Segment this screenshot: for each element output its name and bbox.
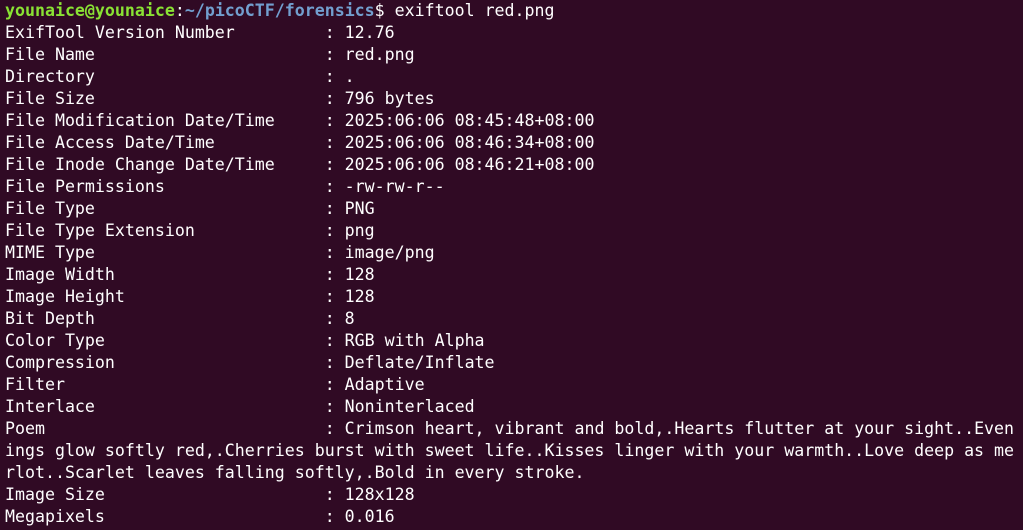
output-line: File Type Extension : png: [5, 220, 1023, 242]
output-line: Compression : Deflate/Inflate: [5, 352, 1023, 374]
output-line: Filter : Adaptive: [5, 374, 1023, 396]
field-value: : red.png: [324, 45, 415, 64]
output-line: Image Size : 128x128: [5, 484, 1023, 506]
field-value: : Noninterlaced: [324, 397, 475, 416]
terminal-window[interactable]: younaice@younaice:~/picoCTF/forensics$ e…: [0, 0, 1023, 530]
field-key: File Access Date/Time: [5, 133, 325, 152]
field-value: : 12.76: [324, 23, 395, 42]
field-value: : image/png: [324, 243, 435, 262]
field-value: : Adaptive: [324, 375, 425, 394]
field-key: File Name: [5, 45, 325, 64]
prompt-dollar: $: [374, 1, 395, 20]
field-value: : PNG: [324, 199, 375, 218]
output-line-poem: Poem : Crimson heart, vibrant and bold,.…: [5, 418, 1015, 484]
output-line: File Permissions : -rw-rw-r--: [5, 176, 1023, 198]
prompt-path: ~/picoCTF/forensics: [184, 1, 375, 20]
field-key: File Inode Change Date/Time: [5, 155, 325, 174]
field-value: : .: [324, 67, 355, 86]
field-key: Directory: [5, 67, 325, 86]
output-line: Image Width : 128: [5, 264, 1023, 286]
field-key: Megapixels: [5, 507, 325, 526]
poem-key: Poem: [5, 419, 325, 438]
field-key: MIME Type: [5, 243, 325, 262]
field-key: File Type: [5, 199, 325, 218]
field-key: Image Size: [5, 485, 325, 504]
field-key: Image Height: [5, 287, 325, 306]
field-key: Bit Depth: [5, 309, 325, 328]
output-line: Megapixels : 0.016: [5, 506, 1023, 528]
output-line: File Size : 796 bytes: [5, 88, 1023, 110]
field-value: : 2025:06:06 08:46:34+08:00: [324, 133, 595, 152]
output-line: Interlace : Noninterlaced: [5, 396, 1023, 418]
field-value: : RGB with Alpha: [324, 331, 485, 350]
field-value: : png: [324, 221, 375, 240]
output-line: Directory : .: [5, 66, 1023, 88]
exif-output: ExifTool Version Number : 12.76 File Name…: [5, 22, 1023, 418]
exif-output-tail: Image Size : 128x128 Megapixels : 0.016: [5, 484, 1023, 528]
field-key: File Type Extension: [5, 221, 325, 240]
output-line: Bit Depth : 8: [5, 308, 1023, 330]
field-value: : 128: [324, 265, 375, 284]
output-line: File Access Date/Time : 2025:06:06 08:46…: [5, 132, 1023, 154]
output-line: File Name : red.png: [5, 44, 1023, 66]
field-value: : 2025:06:06 08:46:21+08:00: [324, 155, 595, 174]
field-value: : 0.016: [324, 507, 395, 526]
prompt-separator: :: [174, 1, 185, 20]
field-value: : -rw-rw-r--: [324, 177, 445, 196]
field-key: File Modification Date/Time: [5, 111, 325, 130]
command-text: exiftool red.png: [394, 1, 555, 20]
output-line: File Type : PNG: [5, 198, 1023, 220]
field-key: Image Width: [5, 265, 325, 284]
field-value: : 8: [324, 309, 355, 328]
output-line: File Inode Change Date/Time : 2025:06:06…: [5, 154, 1023, 176]
prompt-user-host: younaice@younaice: [5, 1, 175, 20]
field-key: Interlace: [5, 397, 325, 416]
field-key: Color Type: [5, 331, 325, 350]
field-key: File Size: [5, 89, 325, 108]
output-line: Image Height : 128: [5, 286, 1023, 308]
output-line: File Modification Date/Time : 2025:06:06…: [5, 110, 1023, 132]
field-key: Compression: [5, 353, 325, 372]
field-value: : 128: [324, 287, 375, 306]
field-key: ExifTool Version Number: [5, 23, 325, 42]
field-key: File Permissions: [5, 177, 325, 196]
output-line: ExifTool Version Number : 12.76: [5, 22, 1023, 44]
field-value: : 796 bytes: [324, 89, 435, 108]
field-value: : 2025:06:06 08:45:48+08:00: [324, 111, 595, 130]
prompt-line: younaice@younaice:~/picoCTF/forensics$ e…: [5, 0, 1023, 22]
field-value: : Deflate/Inflate: [324, 353, 495, 372]
field-key: Filter: [5, 375, 325, 394]
output-line: Color Type : RGB with Alpha: [5, 330, 1023, 352]
output-line: MIME Type : image/png: [5, 242, 1023, 264]
field-value: : 128x128: [324, 485, 415, 504]
